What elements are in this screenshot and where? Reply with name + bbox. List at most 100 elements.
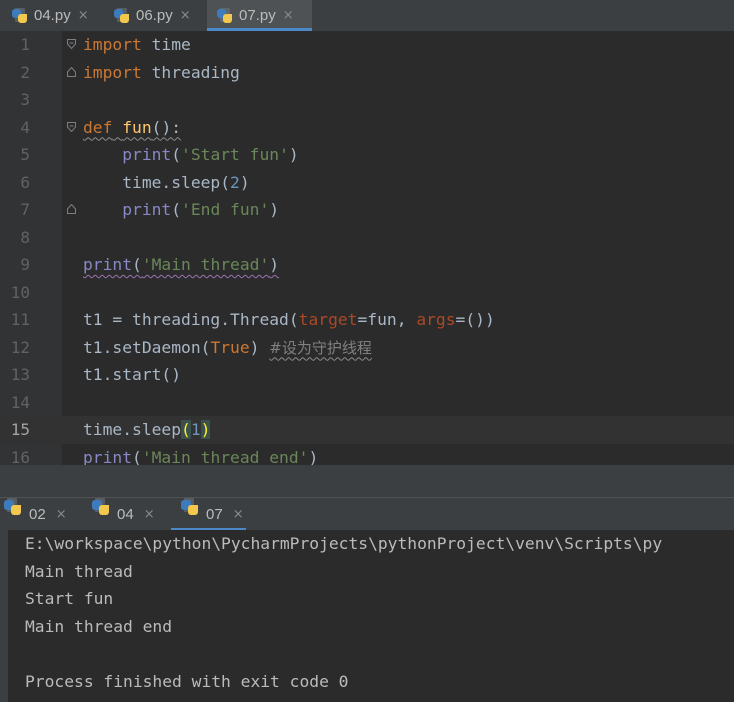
code-token: (): — [151, 117, 182, 137]
code-editor[interactable]: 1 import time 2 import threading 3 4 def fun()… — [0, 31, 734, 467]
code-token: time — [141, 35, 191, 54]
code-token: ) — [269, 200, 280, 219]
python-file-icon — [181, 498, 199, 524]
code-line[interactable]: 7 print('End fun') — [0, 196, 734, 224]
code-line[interactable]: 4 def fun(): — [0, 114, 734, 142]
code-text: print('End fun') — [83, 196, 279, 224]
code-line[interactable]: 6 time.sleep(2) — [0, 169, 734, 197]
code-token: threading — [141, 62, 240, 82]
code-text: print('Start fun') — [83, 141, 299, 169]
code-token: True — [210, 337, 250, 357]
code-token: ( — [171, 145, 182, 164]
code-text: def fun(): — [83, 114, 181, 142]
run-tab-04[interactable]: 04 × — [92, 498, 155, 531]
fold-marker-icon[interactable] — [67, 39, 76, 49]
code-token: target — [298, 310, 358, 329]
code-text: import threading — [83, 59, 240, 87]
code-text: time.sleep(1) — [83, 416, 211, 444]
close-icon[interactable]: × — [144, 507, 155, 522]
editor-tab-label: 07.py — [239, 7, 276, 24]
editor-tab-06-py[interactable]: 06.py × — [114, 0, 191, 31]
code-token: t1 = threading.Thread( — [83, 310, 299, 329]
code-line[interactable]: 12 t1.setDaemon(True) #设为守护线程 — [0, 334, 734, 362]
code-line[interactable]: 9 print('Main thread') — [0, 251, 734, 279]
console-line: Main thread — [25, 561, 133, 581]
editor-tab-label: 04.py — [34, 7, 71, 24]
run-tab-label: 07 — [206, 506, 223, 523]
code-token: =fun, — [357, 310, 417, 329]
code-token: 'Start fun' — [181, 145, 289, 164]
code-line[interactable]: 13 t1.start() — [0, 361, 734, 389]
line-number: 9 — [20, 255, 30, 274]
editor-tab-07-py[interactable]: 07.py × — [207, 0, 312, 31]
run-tab-label: 04 — [117, 506, 134, 523]
close-icon[interactable]: × — [283, 8, 294, 23]
code-line[interactable]: 11 t1 = threading.Thread(target=fun, args… — [0, 306, 734, 334]
code-token: 'Main thread' — [141, 255, 270, 274]
console-line: Process finished with exit code 0 — [25, 671, 349, 691]
close-icon[interactable]: × — [56, 507, 67, 522]
console-line: E:\workspace\python\PycharmProjects\pyth… — [25, 534, 663, 553]
code-text: t1 = threading.Thread(target=fun, args=(… — [83, 306, 495, 334]
code-token: time.sleep( — [83, 172, 231, 192]
editor-tab-04-py[interactable]: 04.py × — [12, 0, 89, 31]
code-line[interactable]: 1 import time — [0, 31, 734, 59]
line-number: 15 — [10, 420, 30, 439]
run-tab-02[interactable]: 02 × — [4, 498, 67, 531]
code-token: print — [122, 200, 172, 219]
run-tab-bar: 02 × 04 × 07 × — [0, 497, 734, 531]
code-line[interactable]: 14 — [0, 389, 734, 417]
code-text: import time — [83, 31, 191, 59]
code-token: time.sleep — [83, 420, 182, 439]
close-icon[interactable]: × — [180, 8, 191, 23]
code-line[interactable]: 8 — [0, 224, 734, 252]
line-number: 7 — [20, 200, 30, 219]
code-line[interactable]: 2 import threading — [0, 59, 734, 87]
code-text: time.sleep(2) — [83, 169, 249, 197]
run-tab-label: 02 — [29, 506, 46, 523]
run-console[interactable]: E:\workspace\python\PycharmProjects\pyth… — [0, 530, 734, 702]
line-number: 1 — [20, 35, 30, 54]
code-token: def — [83, 117, 113, 137]
code-token: ( — [181, 420, 191, 439]
code-line[interactable]: 10 — [0, 279, 734, 307]
code-token: ) — [269, 255, 280, 274]
line-number: 5 — [20, 145, 30, 164]
line-number: 13 — [10, 365, 30, 384]
python-file-icon — [12, 7, 28, 24]
console-gutter — [0, 530, 8, 702]
code-token: ) — [249, 337, 270, 357]
console-line: Main thread end — [25, 616, 173, 636]
code-token: print — [83, 255, 133, 274]
code-line[interactable]: 15 time.sleep(1) — [0, 416, 734, 444]
fold-marker-icon[interactable] — [67, 204, 76, 214]
line-number: 4 — [20, 117, 30, 137]
python-file-icon — [217, 7, 233, 24]
code-token: print — [83, 447, 133, 467]
close-icon[interactable]: × — [233, 507, 244, 522]
line-number: 14 — [10, 392, 30, 412]
code-token: ( — [171, 200, 182, 219]
code-token: ) — [200, 420, 211, 439]
code-token: 1 — [190, 420, 201, 439]
fold-marker-icon[interactable] — [67, 66, 76, 77]
code-token: print — [122, 145, 172, 164]
line-number: 11 — [10, 310, 30, 329]
close-icon[interactable]: × — [78, 8, 89, 23]
run-tab-07[interactable]: 07 × — [171, 498, 246, 531]
code-token: ) — [288, 145, 299, 164]
code-token: t1.setDaemon( — [83, 337, 211, 357]
code-line[interactable]: 5 print('Start fun') — [0, 141, 734, 169]
python-file-icon — [114, 7, 130, 24]
code-token: 'Main thread end' — [141, 447, 309, 467]
fold-marker-icon[interactable] — [67, 121, 76, 132]
code-token: import — [83, 35, 142, 54]
code-token: fun — [122, 117, 152, 137]
code-line[interactable]: 3 — [0, 86, 734, 114]
line-number: 3 — [20, 90, 30, 109]
editor-tab-bar: 04.py × 06.py × 07.py × — [0, 0, 734, 32]
editor-tab-label: 06.py — [136, 7, 173, 24]
